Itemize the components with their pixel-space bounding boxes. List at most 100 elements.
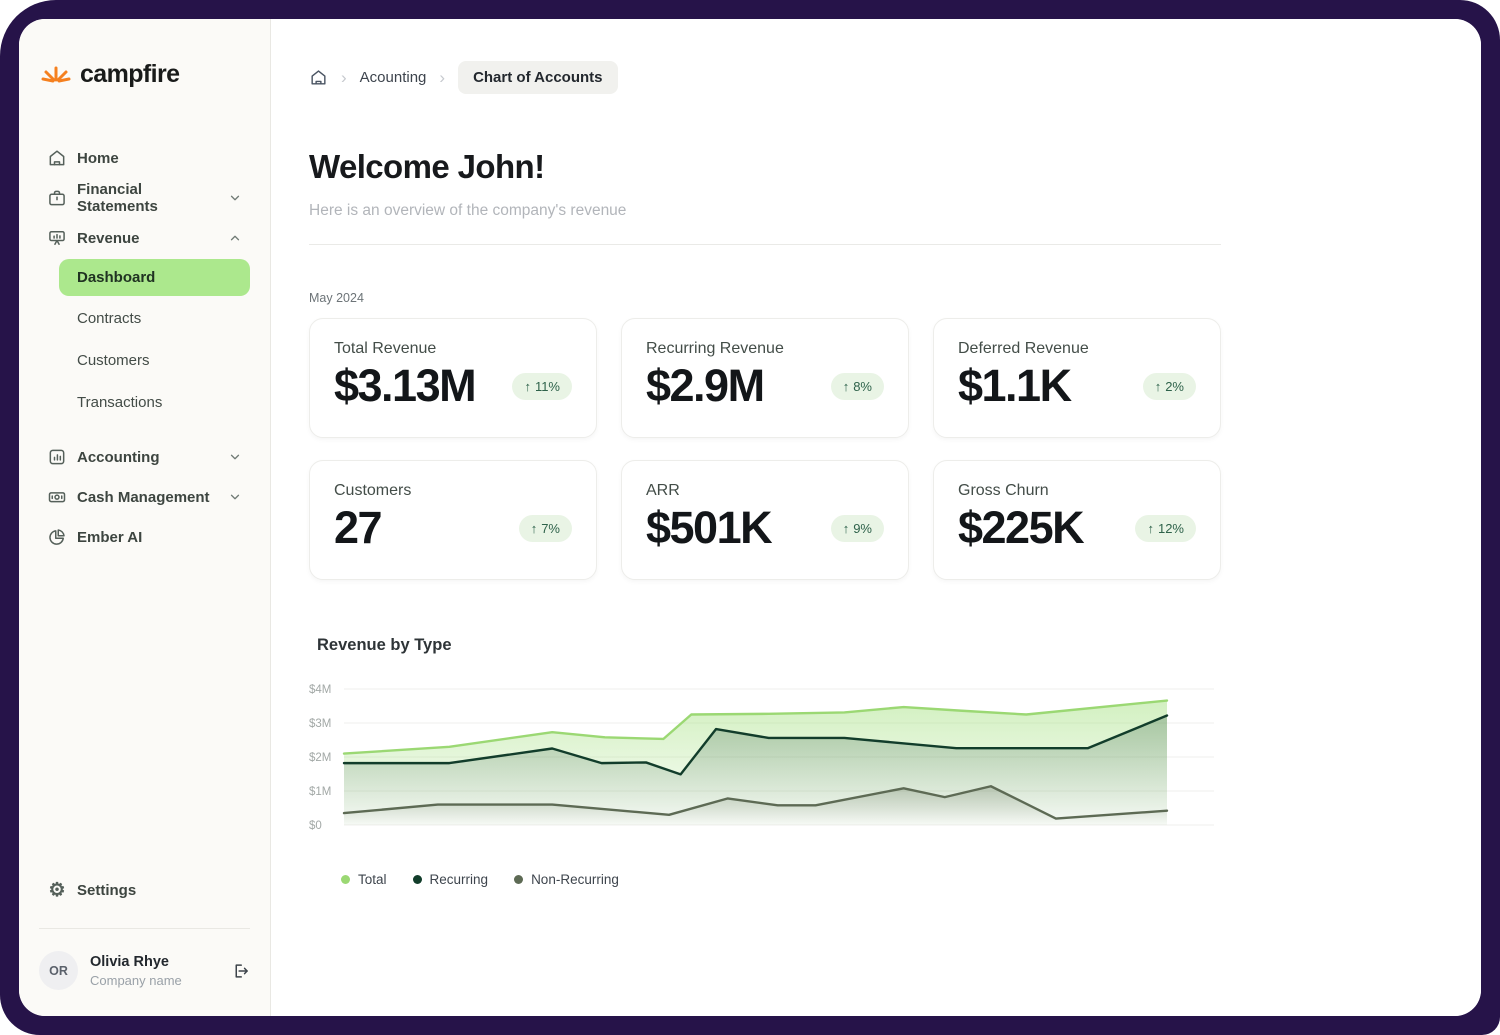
legend-dot-icon xyxy=(514,875,523,884)
stat-label: Total Revenue xyxy=(334,340,572,358)
sidebar-item-home[interactable]: Home xyxy=(39,138,250,178)
user-profile: OR Olivia Rhye Company name xyxy=(39,951,250,990)
sidebar-nav: Home Financial Statements xyxy=(39,138,250,557)
gear-icon: ⚙ xyxy=(47,881,67,900)
home-icon xyxy=(47,148,67,168)
page-title: Welcome John! xyxy=(309,148,1221,186)
stat-label: Deferred Revenue xyxy=(958,340,1196,358)
banknote-icon xyxy=(47,487,67,507)
chevron-down-icon xyxy=(228,450,242,464)
campfire-spark-icon xyxy=(41,59,71,90)
stat-label: Customers xyxy=(334,482,572,500)
arrow-up-icon: ↑ xyxy=(843,521,850,536)
breadcrumb-accounting[interactable]: Acounting xyxy=(360,69,427,86)
legend-dot-icon xyxy=(341,875,350,884)
divider xyxy=(309,244,1221,245)
sidebar-item-contracts[interactable]: Contracts xyxy=(39,298,250,338)
sidebar-item-label: Accounting xyxy=(77,449,160,466)
legend-entry-non-recurring: Non-Recurring xyxy=(514,872,619,887)
arrow-up-icon: ↑ xyxy=(843,379,850,394)
stat-value: $1.1K xyxy=(958,360,1071,412)
sidebar-item-financial-statements[interactable]: Financial Statements xyxy=(39,178,250,218)
avatar: OR xyxy=(39,951,78,990)
sidebar-item-label: Revenue xyxy=(77,230,140,247)
stat-value: 27 xyxy=(334,502,381,554)
stats-grid: Total Revenue $3.13M ↑11% Recurring Reve… xyxy=(309,318,1221,580)
breadcrumb-separator-icon: › xyxy=(341,68,347,88)
stat-label: Recurring Revenue xyxy=(646,340,884,358)
stat-card-total-revenue: Total Revenue $3.13M ↑11% xyxy=(309,318,597,438)
svg-text:$1M: $1M xyxy=(309,786,331,798)
app-frame: campfire Home xyxy=(0,0,1500,1035)
user-company: Company name xyxy=(90,973,182,988)
delta-badge: ↑11% xyxy=(512,373,572,400)
stat-card-arr: ARR $501K ↑9% xyxy=(621,460,909,580)
period-label: May 2024 xyxy=(309,291,1221,305)
svg-text:$2M: $2M xyxy=(309,752,331,764)
svg-text:$0: $0 xyxy=(309,820,322,832)
sidebar-item-label: Ember AI xyxy=(77,529,142,546)
sidebar-item-label: Transactions xyxy=(77,394,162,411)
stat-value: $3.13M xyxy=(334,360,475,412)
bar-chart-icon xyxy=(47,447,67,467)
page-subtitle: Here is an overview of the company's rev… xyxy=(309,202,1221,220)
delta-badge: ↑9% xyxy=(831,515,884,542)
sidebar-divider xyxy=(39,928,250,929)
revenue-chart-section: Revenue by Type $4M $3M $2M $1M $0 Total Rec… xyxy=(309,636,1221,887)
presentation-chart-icon xyxy=(47,228,67,248)
sidebar-item-label: Settings xyxy=(77,882,136,899)
chart-title: Revenue by Type xyxy=(309,636,1221,655)
breadcrumb-separator-icon: › xyxy=(439,68,445,88)
sidebar-item-label: Home xyxy=(77,150,119,167)
delta-badge: ↑7% xyxy=(519,515,572,542)
chevron-up-icon xyxy=(228,231,242,245)
stat-value: $225K xyxy=(958,502,1083,554)
sidebar-item-settings[interactable]: ⚙ Settings xyxy=(39,870,250,910)
arrow-up-icon: ↑ xyxy=(531,521,538,536)
chevron-down-icon xyxy=(228,490,242,504)
sidebar-item-transactions[interactable]: Transactions xyxy=(39,382,250,422)
stat-label: ARR xyxy=(646,482,884,500)
arrow-up-icon: ↑ xyxy=(1155,379,1162,394)
legend-entry-total: Total xyxy=(341,872,387,887)
arrow-up-icon: ↑ xyxy=(524,379,531,394)
pie-chart-icon xyxy=(47,527,67,547)
delta-badge: ↑8% xyxy=(831,373,884,400)
stat-card-customers: Customers 27 ↑7% xyxy=(309,460,597,580)
sidebar-item-customers[interactable]: Customers xyxy=(39,340,250,380)
stat-card-deferred-revenue: Deferred Revenue $1.1K ↑2% xyxy=(933,318,1221,438)
revenue-area-chart: $4M $3M $2M $1M $0 xyxy=(309,675,1221,845)
sidebar-item-label: Contracts xyxy=(77,310,141,327)
sidebar: campfire Home xyxy=(19,19,271,1016)
stat-value: $501K xyxy=(646,502,771,554)
app-window: campfire Home xyxy=(19,19,1481,1016)
arrow-up-icon: ↑ xyxy=(1147,521,1154,536)
stat-card-gross-churn: Gross Churn $225K ↑12% xyxy=(933,460,1221,580)
sidebar-item-dashboard[interactable]: Dashboard xyxy=(59,259,250,296)
user-name: Olivia Rhye xyxy=(90,954,182,970)
sidebar-item-label: Customers xyxy=(77,352,150,369)
stat-label: Gross Churn xyxy=(958,482,1196,500)
legend-dot-icon xyxy=(413,875,422,884)
legend-entry-recurring: Recurring xyxy=(413,872,489,887)
sidebar-item-accounting[interactable]: Accounting xyxy=(39,437,250,477)
briefcase-icon xyxy=(47,188,67,208)
svg-text:$4M: $4M xyxy=(309,684,331,696)
sidebar-item-revenue[interactable]: Revenue xyxy=(39,218,250,258)
chart-legend: Total Recurring Non-Recurring xyxy=(309,872,1221,887)
sidebar-item-label: Financial Statements xyxy=(77,181,218,215)
stat-value: $2.9M xyxy=(646,360,764,412)
svg-text:$3M: $3M xyxy=(309,718,331,730)
sidebar-item-ember-ai[interactable]: Ember AI xyxy=(39,517,250,557)
logout-button[interactable] xyxy=(230,961,250,981)
sidebar-item-cash-management[interactable]: Cash Management xyxy=(39,477,250,517)
breadcrumb: › Acounting › Chart of Accounts xyxy=(309,61,1221,94)
delta-badge: ↑2% xyxy=(1143,373,1196,400)
delta-badge: ↑12% xyxy=(1135,515,1196,542)
chevron-down-icon xyxy=(228,191,242,205)
logo-text: campfire xyxy=(80,60,179,89)
breadcrumb-chart-of-accounts[interactable]: Chart of Accounts xyxy=(458,61,617,94)
breadcrumb-home-icon[interactable] xyxy=(309,68,328,87)
logo: campfire xyxy=(39,59,250,90)
sidebar-item-label: Cash Management xyxy=(77,489,210,506)
